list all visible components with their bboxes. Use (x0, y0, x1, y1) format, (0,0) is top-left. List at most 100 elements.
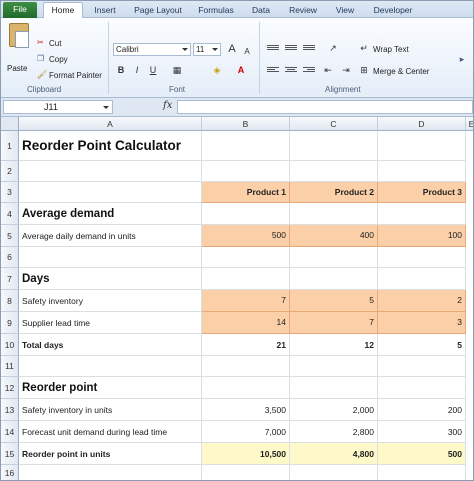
forecast-units-p2[interactable]: 2,800 (290, 421, 378, 443)
cell[interactable] (290, 131, 378, 161)
header-product-3[interactable]: Product 3 (378, 182, 466, 203)
avg-daily-demand-p1[interactable]: 500 (202, 225, 290, 247)
underline-button[interactable]: U (147, 64, 159, 77)
tab-view[interactable]: View (329, 3, 361, 18)
supplier-lead-time-p3[interactable]: 3 (378, 312, 466, 334)
font-size-select[interactable]: 11 (193, 43, 221, 56)
avg-daily-demand-p2[interactable]: 400 (290, 225, 378, 247)
cell[interactable] (202, 203, 290, 225)
cell[interactable] (290, 203, 378, 225)
row-header-9[interactable]: 9 (1, 312, 19, 334)
align-right-icon[interactable] (303, 67, 315, 76)
align-center-icon[interactable] (285, 67, 297, 76)
safety-inventory-p2[interactable]: 5 (290, 290, 378, 312)
cell[interactable] (378, 268, 466, 290)
row-header-11[interactable]: 11 (1, 356, 19, 377)
total-days-p2[interactable]: 12 (290, 334, 378, 356)
row-header-1[interactable]: 1 (1, 131, 19, 161)
fill-color-icon[interactable]: ◈ (209, 64, 225, 77)
cell[interactable] (202, 465, 290, 480)
average-demand-heading[interactable]: Average demand (19, 203, 202, 225)
row-header-4[interactable]: 4 (1, 203, 19, 225)
safety-units-p3[interactable]: 200 (378, 399, 466, 421)
cell[interactable] (378, 465, 466, 480)
merge-center-button[interactable]: Merge & Center (373, 67, 429, 76)
supplier-lead-time-label[interactable]: Supplier lead time (19, 312, 202, 334)
borders-icon[interactable]: ▦ (169, 64, 185, 77)
bold-button[interactable]: B (115, 64, 127, 77)
tab-developer[interactable]: Developer (367, 3, 419, 18)
tab-formulas[interactable]: Formulas (193, 3, 239, 18)
copy-button[interactable]: Copy (49, 55, 68, 64)
cell[interactable] (19, 247, 202, 268)
align-left-icon[interactable] (267, 67, 279, 76)
insert-function-icon[interactable]: fx (163, 100, 172, 111)
cell[interactable] (19, 182, 202, 203)
tab-file[interactable]: File (3, 2, 37, 18)
tab-insert[interactable]: Insert (87, 3, 123, 18)
reorder-point-heading[interactable]: Reorder point (19, 377, 202, 399)
tab-page-layout[interactable]: Page Layout (129, 3, 187, 18)
column-header-c[interactable]: C (290, 117, 378, 131)
safety-inventory-p1[interactable]: 7 (202, 290, 290, 312)
cell[interactable] (202, 247, 290, 268)
row-header-2[interactable]: 2 (1, 161, 19, 182)
column-header-b[interactable]: B (202, 117, 290, 131)
align-bottom-icon[interactable] (303, 45, 315, 54)
column-header-a[interactable]: A (19, 117, 202, 131)
forecast-units-p3[interactable]: 300 (378, 421, 466, 443)
header-product-2[interactable]: Product 2 (290, 182, 378, 203)
cell[interactable] (202, 161, 290, 182)
avg-daily-demand-p3[interactable]: 100 (378, 225, 466, 247)
column-header-d[interactable]: D (378, 117, 466, 131)
formula-input[interactable] (177, 100, 473, 114)
font-color-icon[interactable]: A (233, 64, 249, 77)
row-header-3[interactable]: 3 (1, 182, 19, 203)
row-header-14[interactable]: 14 (1, 421, 19, 443)
row-header-7[interactable]: 7 (1, 268, 19, 290)
copy-icon[interactable]: ❐ (37, 54, 44, 63)
orientation-icon[interactable]: ↗ (325, 42, 341, 55)
cell[interactable] (19, 465, 202, 480)
reorder-units-p1[interactable]: 10,500 (202, 443, 290, 465)
cell[interactable] (202, 356, 290, 377)
forecast-units-label[interactable]: Forecast unit demand during lead time (19, 421, 202, 443)
increase-indent-icon[interactable]: ⇥ (339, 64, 353, 77)
font-family-select[interactable]: Calibri (113, 43, 191, 56)
row-header-12[interactable]: 12 (1, 377, 19, 399)
row-header-15[interactable]: 15 (1, 443, 19, 465)
format-painter-button[interactable]: Format Painter (49, 71, 102, 80)
forecast-units-p1[interactable]: 7,000 (202, 421, 290, 443)
tab-home[interactable]: Home (43, 2, 83, 18)
merge-center-icon[interactable]: ⊞ (357, 64, 371, 77)
header-product-1[interactable]: Product 1 (202, 182, 290, 203)
grow-font-button[interactable]: A (225, 43, 239, 56)
cut-icon[interactable]: ✂ (37, 38, 44, 47)
cell[interactable] (378, 356, 466, 377)
paste-icon[interactable] (9, 23, 29, 48)
cell[interactable] (290, 465, 378, 480)
cell[interactable] (290, 377, 378, 399)
wrap-text-button[interactable]: Wrap Text (373, 45, 409, 54)
cell[interactable] (290, 268, 378, 290)
tab-data[interactable]: Data (245, 3, 277, 18)
safety-units-p2[interactable]: 2,000 (290, 399, 378, 421)
cell[interactable] (290, 356, 378, 377)
supplier-lead-time-p1[interactable]: 14 (202, 312, 290, 334)
total-days-label[interactable]: Total days (19, 334, 202, 356)
reorder-units-p3[interactable]: 500 (378, 443, 466, 465)
cell[interactable] (290, 247, 378, 268)
safety-units-label[interactable]: Safety inventory in units (19, 399, 202, 421)
row-header-8[interactable]: 8 (1, 290, 19, 312)
cell[interactable] (202, 268, 290, 290)
total-days-p3[interactable]: 5 (378, 334, 466, 356)
sheet-title[interactable]: Reorder Point Calculator (19, 131, 202, 161)
reorder-units-label[interactable]: Reorder point in units (19, 443, 202, 465)
cell[interactable] (19, 356, 202, 377)
row-header-13[interactable]: 13 (1, 399, 19, 421)
paste-button[interactable]: Paste (7, 64, 27, 73)
safety-units-p1[interactable]: 3,500 (202, 399, 290, 421)
cut-button[interactable]: Cut (49, 39, 61, 48)
cell[interactable] (378, 161, 466, 182)
cell[interactable] (378, 131, 466, 161)
